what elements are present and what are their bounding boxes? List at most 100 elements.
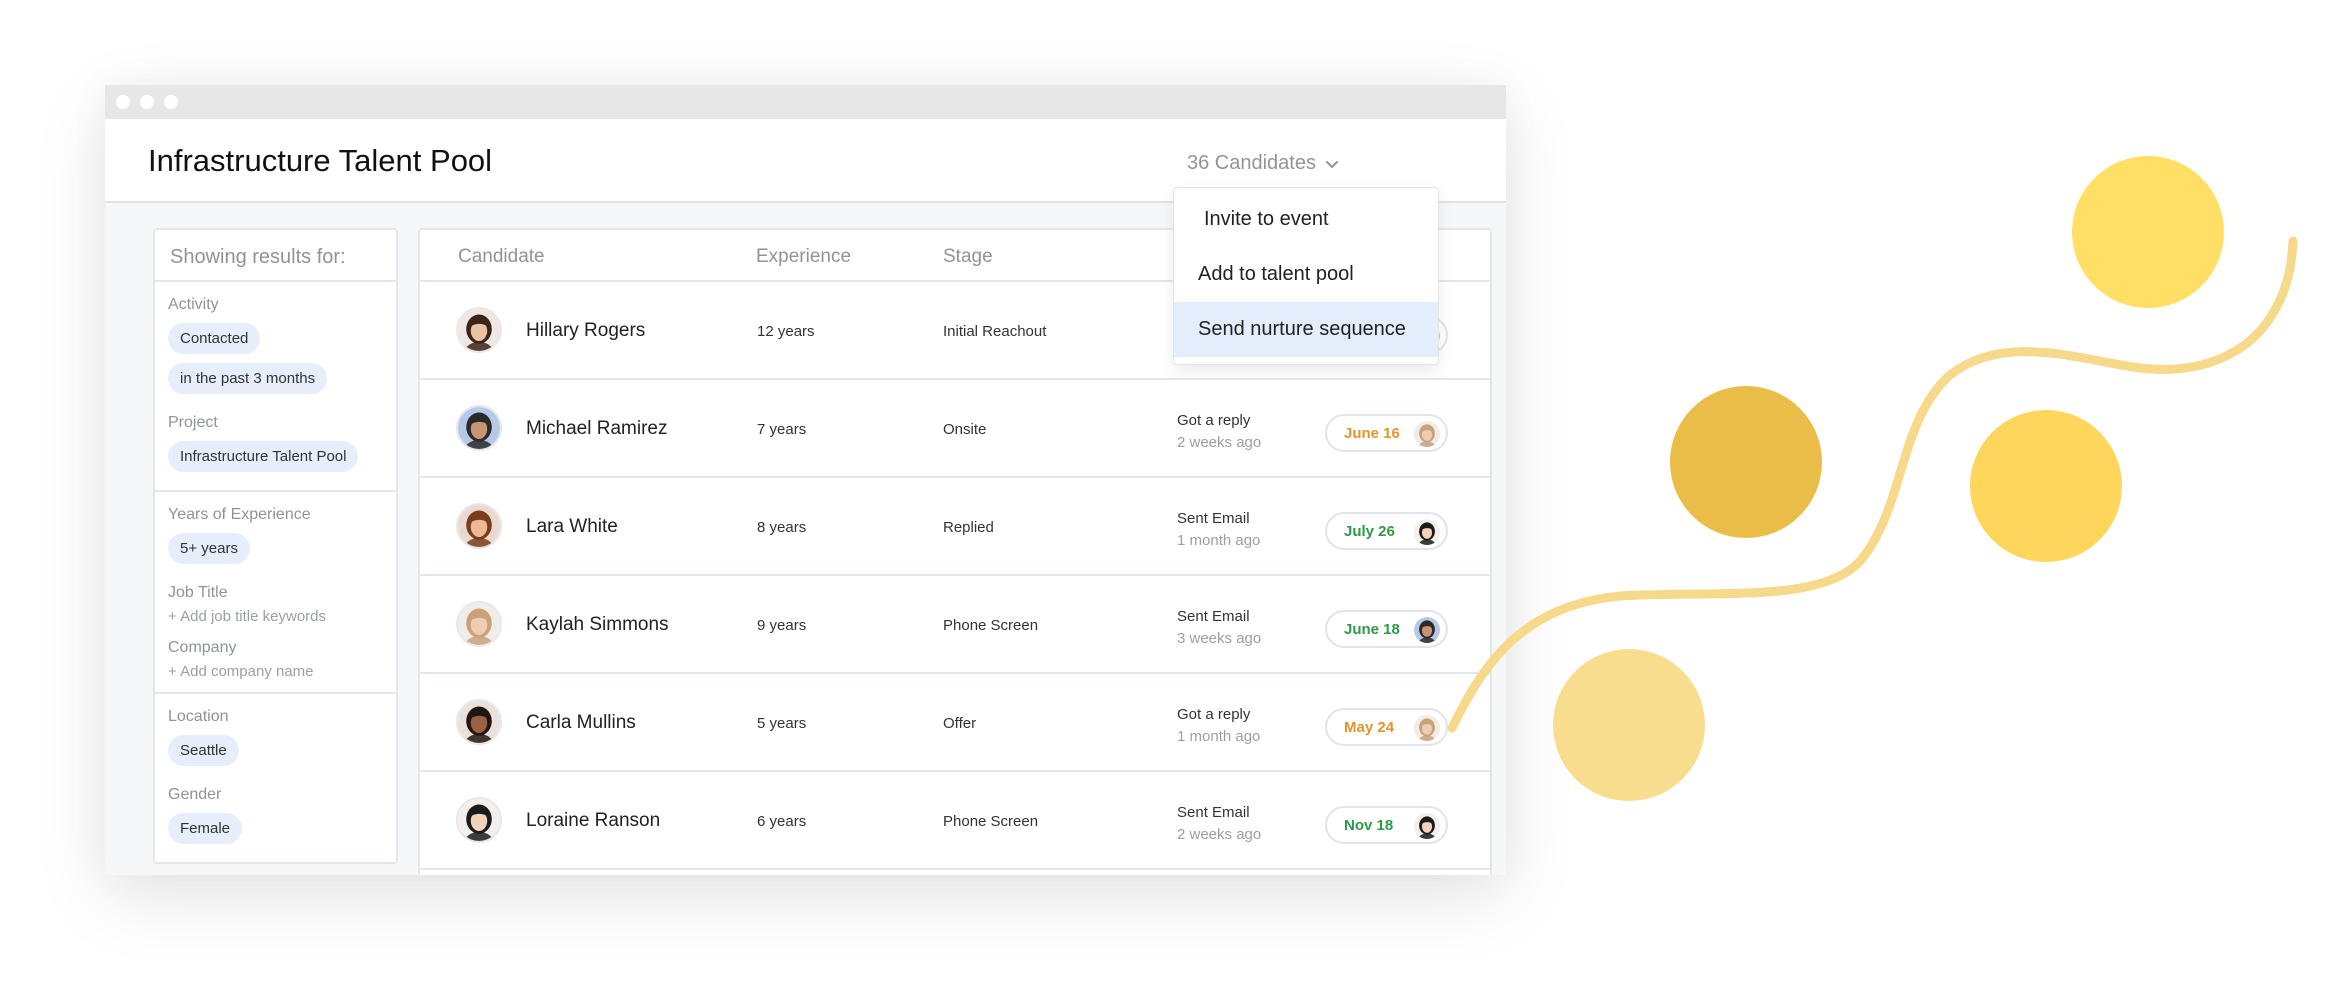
follow-up-date: June 18	[1344, 621, 1400, 638]
candidate-name[interactable]: Michael Ramirez	[526, 418, 667, 440]
avatar	[456, 699, 502, 745]
filter-chip-project[interactable]: Infrastructure Talent Pool	[168, 441, 359, 472]
owner-avatar	[1414, 421, 1440, 447]
candidate-stage: Offer	[943, 715, 977, 732]
filter-label: Years of Experience	[168, 506, 311, 523]
filter-project: Project Infrastructure Talent Pool	[168, 414, 383, 478]
follow-up-date-pill[interactable]: Nov 18	[1325, 806, 1448, 844]
deco-circle	[1970, 410, 2122, 562]
deco-wave-line	[1447, 236, 2298, 733]
filter-chip-contacted[interactable]: Contacted	[168, 323, 261, 354]
candidate-stage: Phone Screen	[943, 813, 1039, 830]
filters-section-profile: Years of Experience 5+ years Job Title +…	[155, 492, 396, 694]
deco-circle	[1670, 386, 1822, 538]
filter-gender: Gender Female	[168, 786, 383, 850]
follow-up-date: May 24	[1344, 719, 1395, 736]
candidate-stage: Phone Screen	[943, 617, 1039, 634]
filter-location: Location Seattle	[168, 708, 383, 772]
filter-years: Years of Experience 5+ years	[168, 506, 383, 570]
filter-label: Location	[168, 708, 229, 725]
activity-text: Sent Email	[1177, 804, 1250, 821]
candidate-name[interactable]: Loraine Ranson	[526, 810, 660, 832]
avatar	[456, 601, 502, 647]
candidate-stage: Onsite	[943, 421, 987, 438]
owner-avatar	[1414, 617, 1440, 643]
table-row[interactable]: Carla Mullins 5 years Offer Got a reply 1 mo…	[420, 674, 1490, 772]
window-maximize-button[interactable]	[164, 95, 178, 109]
candidate-activity: Got a reply 1 month ago	[1177, 704, 1260, 748]
filter-company: Company + Add company name	[168, 639, 383, 680]
deco-circle	[2072, 156, 2224, 308]
activity-time: 2 weeks ago	[1177, 826, 1262, 843]
activity-text: Got a reply	[1177, 706, 1251, 723]
menu-item-invite-to-event[interactable]: Invite to event	[1174, 192, 1438, 247]
candidate-stage: Replied	[943, 519, 994, 536]
column-header-candidate[interactable]: Candidate	[458, 246, 545, 268]
filter-chip-years[interactable]: 5+ years	[168, 533, 250, 564]
add-company-link[interactable]: + Add company name	[168, 663, 383, 680]
table-row[interactable]: Michael Ramirez 7 years Onsite Got a reply 2…	[420, 380, 1490, 478]
candidate-name[interactable]: Kaylah Simmons	[526, 614, 669, 636]
filter-activity: Activity Contacted in the past 3 months	[168, 296, 383, 400]
filter-chip-location[interactable]: Seattle	[168, 735, 239, 766]
filter-label: Project	[168, 414, 218, 431]
column-header-stage[interactable]: Stage	[943, 246, 993, 268]
follow-up-date: June 16	[1344, 425, 1400, 442]
candidate-stage: Initial Reachout	[943, 323, 1047, 340]
candidate-activity: Sent Email 2 weeks ago	[1177, 802, 1261, 846]
menu-item-add-to-talent-pool[interactable]: Add to talent pool	[1174, 247, 1438, 302]
avatar	[456, 307, 502, 353]
filter-job-title: Job Title + Add job title keywords	[168, 584, 383, 625]
menu-item-send-nurture-sequence[interactable]: Send nurture sequence	[1174, 302, 1438, 357]
follow-up-date-pill[interactable]: June 16	[1325, 414, 1448, 452]
candidate-name[interactable]: Carla Mullins	[526, 712, 636, 734]
activity-text: Sent Email	[1177, 608, 1250, 625]
table-row[interactable]: Loraine Ranson 6 years Phone Screen Sent Em…	[420, 772, 1490, 870]
follow-up-date: July 26	[1344, 523, 1395, 540]
owner-avatar	[1414, 519, 1440, 545]
avatar	[456, 405, 502, 451]
owner-avatar	[1414, 715, 1440, 741]
column-header-experience[interactable]: Experience	[756, 246, 851, 268]
candidates-count-label: 36 Candidates	[1187, 152, 1316, 174]
candidate-experience: 9 years	[757, 617, 807, 634]
filter-chip-gender[interactable]: Female	[168, 813, 243, 844]
table-row[interactable]: Kaylah Simmons 9 years Phone Screen Sent Em…	[420, 576, 1490, 674]
filter-label: Job Title	[168, 584, 228, 601]
follow-up-date: Nov 18	[1344, 817, 1394, 834]
activity-time: 1 month ago	[1177, 728, 1261, 745]
window-titlebar	[105, 85, 1506, 119]
activity-time: 1 month ago	[1177, 532, 1261, 549]
follow-up-date-pill[interactable]: June 18	[1325, 610, 1448, 648]
candidate-name[interactable]: Hillary Rogers	[526, 320, 645, 342]
page-title: Infrastructure Talent Pool	[148, 143, 493, 178]
candidate-activity: Got a reply 2 weeks ago	[1177, 410, 1261, 454]
activity-time: 2 weeks ago	[1177, 434, 1262, 451]
candidate-experience: 12 years	[757, 323, 815, 340]
activity-text: Sent Email	[1177, 510, 1250, 527]
candidate-activity: Sent Email 3 weeks ago	[1177, 606, 1261, 650]
candidate-experience: 5 years	[757, 715, 807, 732]
filters-heading: Showing results for:	[155, 230, 396, 282]
candidate-name[interactable]: Lara White	[526, 516, 618, 538]
add-job-title-link[interactable]: + Add job title keywords	[168, 608, 383, 625]
candidates-actions-menu: Invite to event Add to talent pool Send …	[1173, 187, 1439, 365]
table-body: Hillary Rogers 12 years Initial Reachout Mi…	[420, 282, 1490, 870]
candidate-activity: Sent Email 1 month ago	[1177, 508, 1260, 552]
table-row[interactable]: Lara White 8 years Replied Sent Email 1 mont…	[420, 478, 1490, 576]
filters-section-activity: Activity Contacted in the past 3 months …	[155, 282, 396, 492]
follow-up-date-pill[interactable]: May 24	[1325, 708, 1448, 746]
window-close-button[interactable]	[116, 95, 130, 109]
filter-label: Company	[168, 639, 237, 656]
chevron-down-icon	[1325, 160, 1338, 168]
avatar	[456, 797, 502, 843]
activity-time: 3 weeks ago	[1177, 630, 1262, 647]
filter-chip-timeframe[interactable]: in the past 3 months	[168, 363, 328, 394]
filters-panel: Showing results for: Activity Contacted …	[153, 228, 398, 864]
window-minimize-button[interactable]	[140, 95, 154, 109]
follow-up-date-pill[interactable]: July 26	[1325, 512, 1448, 550]
deco-circle	[1553, 649, 1705, 801]
candidates-dropdown-toggle[interactable]: 36 Candidates	[1187, 152, 1340, 175]
owner-avatar	[1414, 813, 1440, 839]
avatar	[456, 503, 502, 549]
